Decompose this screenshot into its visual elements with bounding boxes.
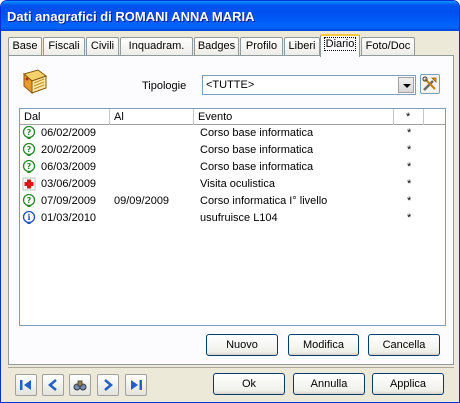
tools-icon <box>422 76 437 91</box>
cell-evento: Corso informatica I° livello <box>200 195 328 207</box>
tab-label: Liberi <box>288 40 316 52</box>
cell-dal: 20/02/2009 <box>41 144 97 156</box>
cell-flag: * <box>407 178 412 190</box>
table-row[interactable]: i 01/03/2010 usufruisce L104 * <box>20 210 445 227</box>
red-cross-icon <box>22 177 36 191</box>
binoculars-icon <box>73 380 87 391</box>
footer-separator <box>8 367 454 368</box>
cell-flag: * <box>407 195 412 207</box>
tipologie-value: <TUTTE> <box>206 79 255 91</box>
svg-text:?: ? <box>27 196 32 205</box>
diary-table[interactable]: Dal Al Evento * ? 06/02/2009 Corso base … <box>19 108 446 326</box>
cell-evento: Visita oculistica <box>200 178 275 190</box>
column-header-dal[interactable]: Dal <box>20 109 110 125</box>
tab-civili[interactable]: Civili <box>86 37 119 56</box>
tab-label: Fiscali <box>48 40 80 52</box>
cell-dal: 01/03/2010 <box>41 212 97 224</box>
table-row[interactable]: ? 20/02/2009 Corso base informatica * <box>20 142 445 159</box>
dialog-window: Dati anagrafici di ROMANI ANNA MARIA Bas… <box>0 0 460 403</box>
tab-label: Profilo <box>245 40 278 52</box>
tab-diario[interactable]: Diario <box>320 34 360 57</box>
question-pin-icon: ? <box>22 194 36 207</box>
table-row[interactable]: 03/06/2009 Visita oculistica * <box>20 176 445 193</box>
table-row[interactable]: ? 06/03/2009 Corso base informatica * <box>20 159 445 176</box>
previous-icon <box>48 379 57 391</box>
tab-label: Badges <box>197 40 236 52</box>
cell-flag: * <box>407 127 412 139</box>
svg-text:?: ? <box>27 145 32 154</box>
tipologie-select[interactable]: <TUTTE> <box>202 75 416 95</box>
tipologie-label: Tipologie <box>142 80 187 92</box>
search-record-button[interactable] <box>69 374 91 396</box>
cell-al: 09/09/2009 <box>114 195 170 207</box>
table-header: Dal Al Evento * <box>20 109 445 125</box>
cell-dal: 06/02/2009 <box>41 127 97 139</box>
nuovo-button[interactable]: Nuovo <box>206 334 278 356</box>
cell-flag: * <box>407 161 412 173</box>
table-row[interactable]: ? 07/09/2009 09/09/2009 Corso informatic… <box>20 193 445 210</box>
last-record-button[interactable] <box>125 374 147 396</box>
tab-label: Base <box>12 40 38 52</box>
diary-book-icon <box>22 69 48 95</box>
cell-evento: usufruisce L104 <box>200 212 278 224</box>
info-pin-icon: i <box>22 211 36 224</box>
question-pin-icon: ? <box>22 126 36 139</box>
tab-label: Inquadram. <box>128 40 185 52</box>
window-title: Dati anagrafici di ROMANI ANNA MARIA <box>7 9 255 24</box>
applica-button[interactable]: Applica <box>372 373 444 395</box>
table-row[interactable]: ? 06/02/2009 Corso base informatica * <box>20 125 445 142</box>
cell-evento: Corso base informatica <box>200 144 314 156</box>
tab-liberi[interactable]: Liberi <box>284 37 320 56</box>
last-icon <box>131 380 142 390</box>
next-record-button[interactable] <box>97 374 119 396</box>
question-pin-icon: ? <box>22 143 36 156</box>
column-header-flag[interactable]: * <box>394 109 424 125</box>
next-icon <box>104 379 113 391</box>
tab-label: Foto/Doc <box>365 40 411 52</box>
cell-dal: 06/03/2009 <box>41 161 97 173</box>
cell-flag: * <box>407 212 412 224</box>
tab-base[interactable]: Base <box>8 37 42 56</box>
tab-label: Diario <box>323 37 357 51</box>
svg-text:i: i <box>27 212 30 222</box>
first-record-button[interactable] <box>15 374 37 396</box>
cell-flag: * <box>407 144 412 156</box>
previous-record-button[interactable] <box>42 374 64 396</box>
column-header-evento[interactable]: Evento <box>194 109 394 125</box>
cell-evento: Corso base informatica <box>200 127 314 139</box>
column-header-al[interactable]: Al <box>110 109 194 125</box>
tab-label: Civili <box>90 40 115 52</box>
annulla-button[interactable]: Annulla <box>293 373 365 395</box>
column-header-filler <box>424 109 445 125</box>
first-icon <box>20 380 31 390</box>
dropdown-arrow-icon[interactable] <box>398 77 414 93</box>
cancella-button[interactable]: Cancella <box>368 334 440 356</box>
cell-dal: 07/09/2009 <box>41 195 97 207</box>
tab-profilo[interactable]: Profilo <box>240 37 283 56</box>
tools-button[interactable] <box>420 74 440 94</box>
tab-badges[interactable]: Badges <box>194 37 239 56</box>
tab-inquadram[interactable]: Inquadram. <box>120 37 193 56</box>
cell-dal: 03/06/2009 <box>41 178 97 190</box>
svg-text:?: ? <box>27 128 32 137</box>
svg-text:?: ? <box>27 162 32 171</box>
title-bar[interactable]: Dati anagrafici di ROMANI ANNA MARIA <box>1 1 459 31</box>
cell-evento: Corso base informatica <box>200 161 314 173</box>
tab-fiscali[interactable]: Fiscali <box>43 37 85 56</box>
ok-button[interactable]: Ok <box>213 373 285 395</box>
tab-strip: Base Fiscali Civili Inquadram. Badges Pr… <box>8 34 454 57</box>
question-pin-icon: ? <box>22 160 36 173</box>
tab-foto-doc[interactable]: Foto/Doc <box>361 37 415 56</box>
modifica-button[interactable]: Modifica <box>288 334 359 356</box>
